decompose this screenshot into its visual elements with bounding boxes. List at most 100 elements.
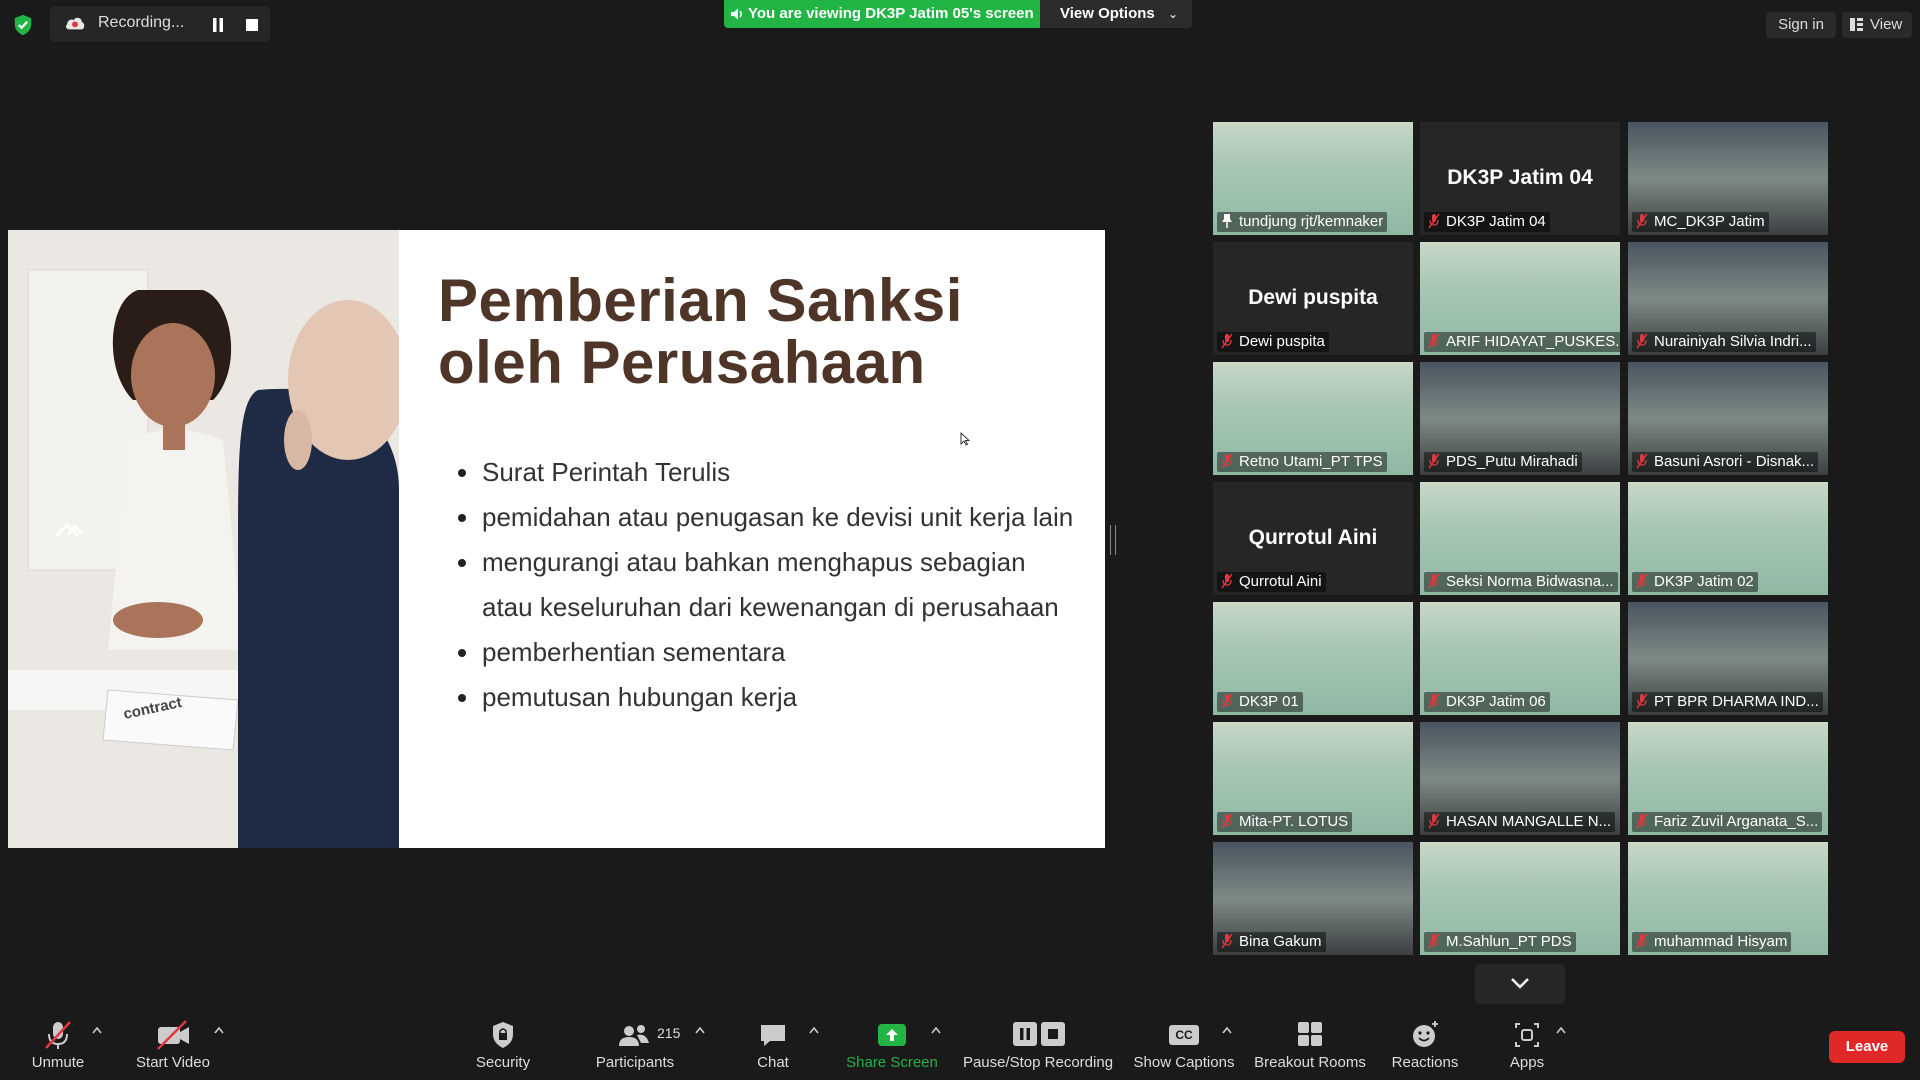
participant-tile[interactable]: PT BPR DHARMA IND... bbox=[1628, 602, 1828, 715]
participant-tile[interactable]: Fariz Zuvil Arganata_S... bbox=[1628, 722, 1828, 835]
participant-tile[interactable]: DK3P Jatim 02 bbox=[1628, 482, 1828, 595]
muted-mic-icon bbox=[1428, 933, 1440, 949]
participant-tile[interactable]: M.Sahlun_PT PDS bbox=[1420, 842, 1620, 955]
cloud-recording-icon bbox=[65, 17, 85, 30]
reactions-button[interactable]: Reactions bbox=[1385, 1018, 1465, 1078]
muted-mic-icon bbox=[1221, 333, 1233, 349]
participant-tile[interactable]: Retno Utami_PT TPS bbox=[1213, 362, 1413, 475]
participant-name: Retno Utami_PT TPS bbox=[1217, 452, 1387, 472]
participant-tile[interactable]: DK3P Jatim 04 DK3P Jatim 04 bbox=[1420, 122, 1620, 235]
participant-name: Seksi Norma Bidwasna... bbox=[1424, 572, 1618, 592]
view-button-label: View bbox=[1870, 16, 1903, 33]
slide-bullet: pemberhentian sementara bbox=[458, 630, 1082, 675]
leave-button[interactable]: Leave bbox=[1829, 1031, 1905, 1063]
security-shield-icon bbox=[493, 1022, 513, 1048]
participant-tile[interactable]: PDS_Putu Mirahadi bbox=[1420, 362, 1620, 475]
slide-bullet: mengurangi atau bahkan menghapus sebagia… bbox=[458, 540, 1082, 630]
participant-name: DK3P Jatim 04 bbox=[1424, 212, 1550, 232]
security-button[interactable]: Security bbox=[463, 1018, 543, 1078]
security-label: Security bbox=[475, 1054, 531, 1071]
slide-title-line1: Pemberian Sanksi bbox=[438, 267, 963, 334]
start-video-button[interactable]: Start Video bbox=[128, 1018, 218, 1078]
slide-bullet-list: Surat Perintah Terulis pemidahan atau pe… bbox=[458, 450, 1082, 720]
muted-mic-icon bbox=[1221, 573, 1233, 589]
participant-tile[interactable]: DK3P 01 bbox=[1213, 602, 1413, 715]
video-options-caret-icon[interactable] bbox=[214, 1026, 224, 1034]
share-screen-button[interactable]: Share Screen bbox=[842, 1018, 942, 1078]
view-button[interactable]: View bbox=[1842, 12, 1912, 38]
grid-view-icon bbox=[1850, 18, 1863, 31]
audio-options-caret-icon[interactable] bbox=[92, 1026, 102, 1034]
participant-name: DK3P Jatim 06 bbox=[1424, 692, 1550, 712]
speaker-icon bbox=[731, 8, 742, 20]
sign-in-button[interactable]: Sign in bbox=[1766, 12, 1836, 38]
apps-label: Apps bbox=[1509, 1054, 1545, 1071]
participant-name: Qurrotul Aini bbox=[1217, 572, 1326, 592]
participants-caret-icon[interactable] bbox=[695, 1026, 705, 1034]
chevron-down-icon bbox=[1511, 978, 1529, 989]
participant-name: muhammad Hisyam bbox=[1632, 932, 1792, 952]
chat-caret-icon[interactable] bbox=[809, 1026, 819, 1034]
collapse-arrow-icon[interactable] bbox=[54, 520, 84, 538]
participant-tile[interactable]: Basuni Asrori - Disnak... bbox=[1628, 362, 1828, 475]
participant-tile[interactable]: Nurainiyah Silvia Indri... bbox=[1628, 242, 1828, 355]
pause-recording-icon[interactable] bbox=[212, 18, 224, 32]
participant-name: PT BPR DHARMA IND... bbox=[1632, 692, 1823, 712]
participant-tile[interactable]: Qurrotul Aini Qurrotul Aini bbox=[1213, 482, 1413, 595]
participant-name: Mita-PT. LOTUS bbox=[1217, 812, 1353, 832]
share-screen-icon bbox=[878, 1024, 906, 1046]
apps-button[interactable]: Apps bbox=[1487, 1018, 1567, 1078]
participant-tile[interactable]: muhammad Hisyam bbox=[1628, 842, 1828, 955]
participant-name-large: Qurrotul Aini bbox=[1248, 526, 1378, 549]
participant-name: tundjung rjt/kemnaker bbox=[1217, 212, 1388, 232]
pause-stop-label: Pause/Stop Recording bbox=[962, 1054, 1114, 1071]
splitter-handle[interactable] bbox=[1110, 525, 1116, 555]
reactions-icon bbox=[1413, 1021, 1438, 1047]
pause-stop-recording-button[interactable]: Pause/Stop Recording bbox=[958, 1018, 1118, 1078]
participant-tile[interactable]: Bina Gakum bbox=[1213, 842, 1413, 955]
chevron-down-icon: ⌄ bbox=[1167, 7, 1178, 21]
chat-button[interactable]: Chat bbox=[733, 1018, 813, 1078]
participant-tile[interactable]: ARIF HIDAYAT_PUSKES... bbox=[1420, 242, 1620, 355]
muted-mic-icon bbox=[1428, 693, 1440, 709]
muted-mic-icon bbox=[1428, 813, 1440, 829]
participant-name: M.Sahlun_PT PDS bbox=[1424, 932, 1576, 952]
participant-name: Basuni Asrori - Disnak... bbox=[1632, 452, 1819, 472]
participant-tile[interactable]: Dewi puspita Dewi puspita bbox=[1213, 242, 1413, 355]
stop-recording-icon[interactable] bbox=[246, 19, 258, 31]
participant-name: Nurainiyah Silvia Indri... bbox=[1632, 332, 1816, 352]
participant-count: 215 bbox=[657, 1025, 681, 1041]
shield-check-icon[interactable] bbox=[12, 14, 34, 36]
microphone-muted-icon bbox=[45, 1021, 71, 1049]
participants-label: Participants bbox=[595, 1054, 675, 1071]
breakout-rooms-label: Breakout Rooms bbox=[1254, 1054, 1366, 1071]
participant-tile[interactable]: MC_DK3P Jatim bbox=[1628, 122, 1828, 235]
participant-tile[interactable]: Seksi Norma Bidwasna... bbox=[1420, 482, 1620, 595]
participant-name: Bina Gakum bbox=[1217, 932, 1326, 952]
screen-share-banner: You are viewing DK3P Jatim 05's screen bbox=[724, 0, 1040, 28]
next-page-button[interactable] bbox=[1475, 964, 1565, 1004]
apps-caret-icon[interactable] bbox=[1556, 1026, 1566, 1034]
slide-bullet: pemutusan hubungan kerja bbox=[458, 675, 1082, 720]
participant-tile[interactable]: DK3P Jatim 06 bbox=[1420, 602, 1620, 715]
chat-label: Chat bbox=[757, 1054, 789, 1071]
breakout-rooms-button[interactable]: Breakout Rooms bbox=[1250, 1018, 1370, 1078]
unmute-button[interactable]: Unmute bbox=[18, 1018, 98, 1078]
slide-title-line2: oleh Perusahaan bbox=[438, 329, 926, 396]
muted-mic-icon bbox=[1221, 693, 1233, 709]
participant-tile[interactable]: HASAN MANGALLE N... bbox=[1420, 722, 1620, 835]
slide-photo: contract bbox=[8, 230, 399, 848]
share-options-caret-icon[interactable] bbox=[931, 1026, 941, 1034]
muted-mic-icon bbox=[1636, 333, 1648, 349]
participant-tile[interactable]: tundjung rjt/kemnaker bbox=[1213, 122, 1413, 235]
participant-name-large: DK3P Jatim 04 bbox=[1447, 166, 1593, 189]
muted-mic-icon bbox=[1636, 213, 1648, 229]
show-captions-label: Show Captions bbox=[1133, 1054, 1235, 1071]
share-screen-label: Share Screen bbox=[846, 1054, 938, 1071]
recording-label: Recording... bbox=[98, 14, 185, 31]
view-options-button[interactable]: View Options ⌄ bbox=[1040, 0, 1192, 28]
muted-mic-icon bbox=[1221, 453, 1233, 469]
participant-name: Dewi puspita bbox=[1217, 332, 1329, 352]
participant-tile[interactable]: Mita-PT. LOTUS bbox=[1213, 722, 1413, 835]
captions-caret-icon[interactable] bbox=[1222, 1026, 1232, 1034]
